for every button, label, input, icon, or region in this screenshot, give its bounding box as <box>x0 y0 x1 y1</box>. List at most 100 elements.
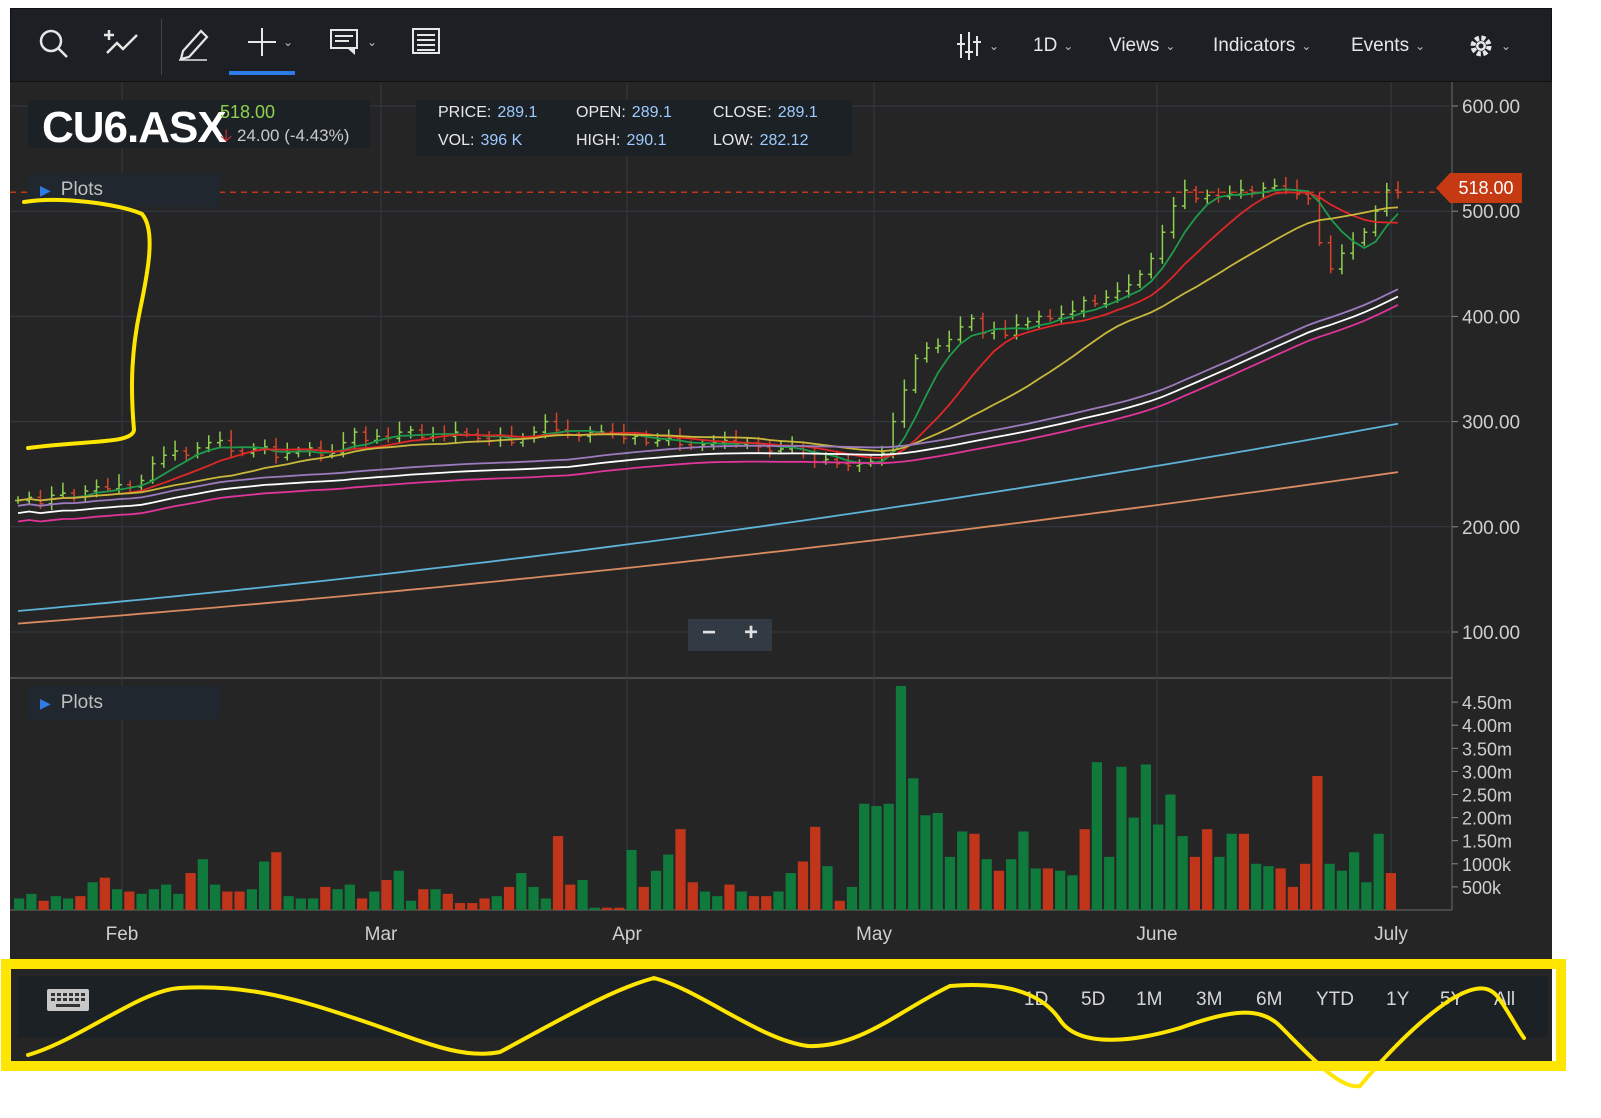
chevron-down-icon: ⌄ <box>1301 39 1312 53</box>
ticker-symbol: CU6.ASX <box>42 103 227 152</box>
expand-triangle-icon: ▶ <box>40 181 51 198</box>
quote-high: HIGH: 290.1 <box>576 132 667 150</box>
close-label: CLOSE: <box>713 104 772 121</box>
chart-area[interactable]: Feb Mar Apr May June July 600.00 500.00 400.00 30… <box>10 82 1552 962</box>
range-1y-button[interactable]: 1Y <box>1386 976 1409 1024</box>
add-study-icon[interactable] <box>101 27 141 61</box>
volume-bar <box>160 884 172 910</box>
volume-bar <box>736 891 747 910</box>
draw-pencil-icon[interactable] <box>177 25 211 61</box>
chevron-down-icon: ⌄ <box>367 35 378 49</box>
keyboard-icon[interactable] <box>46 988 90 1017</box>
volume-bar <box>1177 836 1188 910</box>
volume-bar <box>1128 817 1139 910</box>
volume-bar <box>332 889 343 910</box>
price-tick-label: 500.00 <box>1462 202 1520 223</box>
volume-bar <box>197 859 208 910</box>
interval-label: 1D <box>1033 35 1058 56</box>
range-5d-button[interactable]: 5D <box>1081 976 1105 1024</box>
vol-value: 396 K <box>480 132 523 149</box>
volume-bar <box>589 907 600 910</box>
range-footer: 1D 5D 1M 3M 6M YTD 1Y 5Y All <box>18 976 1548 1038</box>
volume-bar <box>810 826 821 910</box>
volume-tick-label: 3.00m <box>1462 762 1512 782</box>
volume-bar <box>1006 859 1017 910</box>
volume-bar <box>565 884 576 910</box>
low-value: 282.12 <box>759 132 809 149</box>
price-change: 🡣 24.00 (-4.43%) <box>220 123 349 152</box>
quote-open: OPEN: 289.1 <box>576 104 672 122</box>
range-ytd-button[interactable]: YTD <box>1316 976 1354 1024</box>
views-dropdown[interactable]: Views ⌄ <box>1109 9 1175 83</box>
chart-canvas[interactable]: Feb Mar Apr May June July 600.00 500.00 400.00 30… <box>10 82 1552 962</box>
volume-bar <box>663 854 674 910</box>
volume-bar <box>1189 856 1201 910</box>
list-icon[interactable] <box>411 27 443 57</box>
volume-bar <box>920 815 931 910</box>
indicators-dropdown[interactable]: Indicators ⌄ <box>1213 9 1311 83</box>
volume-bar <box>111 889 123 910</box>
chevron-down-icon: ⌄ <box>1063 39 1074 53</box>
range-3m-button[interactable]: 3M <box>1196 976 1222 1024</box>
volume-bar <box>932 812 943 910</box>
crosshair-button[interactable]: ⌄ <box>247 25 293 59</box>
price-change-value: 24.00 (-4.43%) <box>236 126 350 145</box>
settings-button[interactable]: ⌄ <box>1467 9 1511 83</box>
volume-bar <box>1287 886 1299 910</box>
plots-label: Plots <box>60 179 104 200</box>
range-1m-button[interactable]: 1M <box>1136 976 1162 1024</box>
views-label: Views <box>1109 35 1160 56</box>
volume-bar <box>271 852 282 910</box>
volume-bar <box>724 884 735 910</box>
price-tick-label: 200.00 <box>1462 518 1520 539</box>
volume-bar <box>185 873 196 910</box>
quote-low: LOW: 282.12 <box>713 132 809 150</box>
annotation-button[interactable]: ⌄ <box>329 27 377 57</box>
volume-bar <box>418 889 429 910</box>
search-icon[interactable] <box>37 27 71 61</box>
volume-bar <box>222 891 233 910</box>
volume-tick-label: 2.00m <box>1462 809 1512 829</box>
volume-bar <box>173 893 184 910</box>
zoom-in-button[interactable]: + <box>730 619 772 647</box>
price-label: PRICE: <box>438 104 492 121</box>
volume-bar <box>1385 873 1396 910</box>
volume-bar <box>1055 870 1066 910</box>
volume-bar <box>540 898 551 910</box>
range-5y-button[interactable]: 5Y <box>1440 976 1463 1024</box>
volume-bar <box>307 898 319 910</box>
volume-bar <box>638 886 649 910</box>
last-price: 518.00 <box>220 102 276 122</box>
chart-type-button[interactable]: ⌄ <box>955 9 999 83</box>
volume-bar <box>528 886 539 910</box>
volume-plots-toggle[interactable]: ▶ Plots <box>28 686 220 720</box>
chevron-down-icon: ⌄ <box>989 39 1000 53</box>
volume-bar <box>993 870 1005 910</box>
x-tick-label: July <box>1374 924 1408 945</box>
volume-bar <box>26 893 37 910</box>
events-dropdown[interactable]: Events ⌄ <box>1351 9 1425 83</box>
range-all-button[interactable]: All <box>1494 976 1515 1024</box>
expand-triangle-icon: ▶ <box>40 694 51 711</box>
quote-vol: VOL: 396 K <box>438 132 522 150</box>
volume-bar <box>1202 829 1213 910</box>
x-tick-label: May <box>856 924 892 945</box>
volume-tick-label: 4.00m <box>1462 716 1512 736</box>
interval-dropdown[interactable]: 1D ⌄ <box>1033 9 1073 83</box>
volume-bar <box>209 884 221 910</box>
volume-bar <box>1153 824 1164 910</box>
volume-bar <box>381 879 392 910</box>
price-tick-label: 300.00 <box>1462 413 1520 434</box>
volume-bar <box>1116 766 1127 910</box>
range-6m-button[interactable]: 6M <box>1256 976 1282 1024</box>
price-plots-toggle[interactable]: ▶ Plots <box>28 173 220 207</box>
volume-bar <box>1226 833 1237 910</box>
volume-bar <box>479 898 490 910</box>
volume-bar <box>1140 764 1152 910</box>
volume-bar <box>38 900 49 910</box>
range-1d-button[interactable]: 1D <box>1024 976 1048 1024</box>
chart-toolbar: ⌄ ⌄ ⌄ 1D ⌄ Views ⌄ Indicators ⌄ Events ⌄ <box>10 8 1552 82</box>
volume-bar <box>344 884 355 910</box>
volume-bar <box>405 900 417 910</box>
zoom-out-button[interactable]: − <box>688 619 730 647</box>
